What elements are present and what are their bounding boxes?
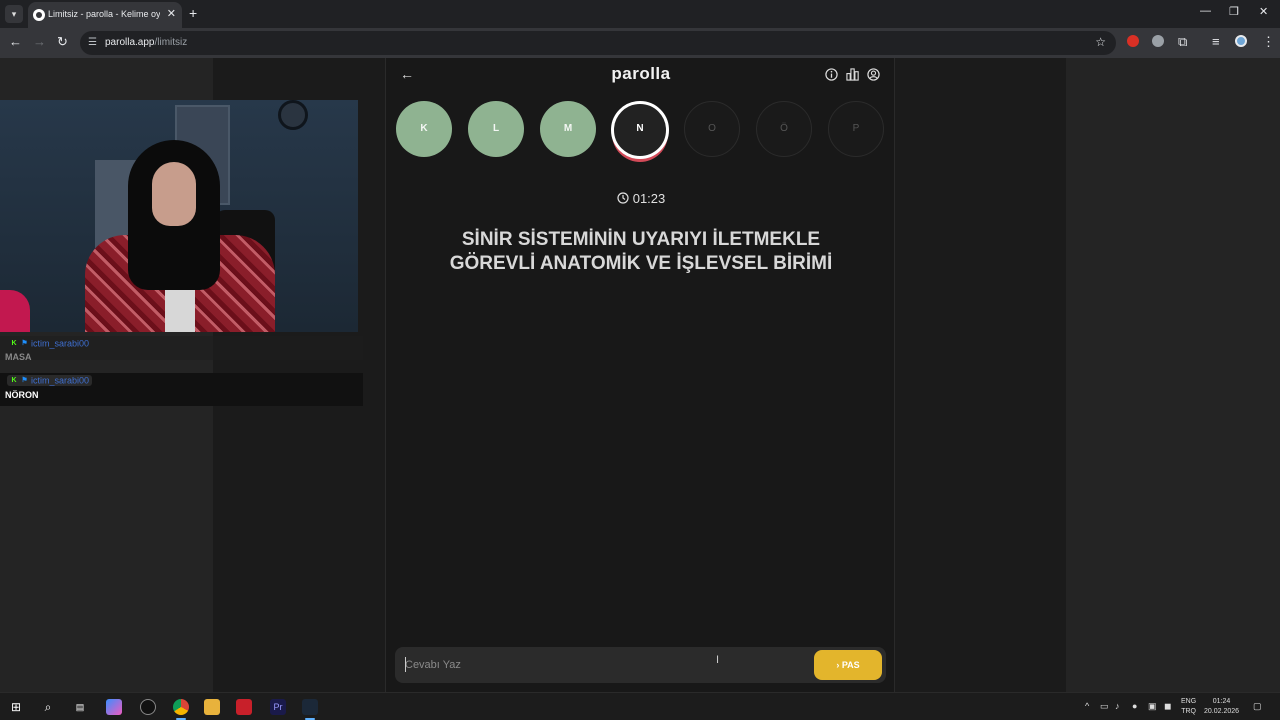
- webcam-person-face: [152, 162, 196, 226]
- file-explorer-icon[interactable]: [204, 699, 220, 715]
- language-indicator[interactable]: ENG TRQ: [1181, 697, 1196, 717]
- url-path: /limitsiz: [154, 37, 188, 48]
- kick-badge-icon: K: [11, 339, 17, 347]
- new-tab-button[interactable]: +: [189, 5, 197, 21]
- browser-toolbar: ← → ↻ ☰ parolla.app/limitsiz ☆ ⧉ ≡ ⋮: [0, 28, 1280, 58]
- webcam-dartboard: [278, 100, 308, 130]
- profile-icon[interactable]: [867, 68, 880, 81]
- tray-app-icon[interactable]: ◼: [1164, 701, 1171, 712]
- answer-bar: › PAS: [395, 647, 886, 683]
- forward-icon[interactable]: →: [33, 34, 46, 49]
- stats-icon[interactable]: [846, 68, 859, 81]
- minimize-button[interactable]: —: [1200, 5, 1211, 17]
- profile-avatar[interactable]: [1235, 35, 1247, 47]
- letter-circle-l: L: [468, 101, 524, 157]
- search-icon[interactable]: ⌕: [40, 699, 56, 715]
- answer-input[interactable]: [405, 656, 805, 674]
- premiere-icon[interactable]: Pr: [270, 699, 286, 715]
- tray-overflow-icon[interactable]: ^: [1085, 701, 1089, 711]
- pass-button[interactable]: › PAS: [814, 650, 882, 680]
- bookmark-star-icon[interactable]: ☆: [1095, 35, 1106, 49]
- kick-badge-icon: K: [11, 376, 17, 384]
- letter-circle-o: O: [684, 101, 740, 157]
- chat-message-text: MASA: [5, 352, 32, 362]
- copilot-icon[interactable]: [106, 699, 122, 715]
- tab-title: Limitsiz - parolla - Kelime oyunu: [48, 9, 160, 19]
- address-bar[interactable]: ☰ parolla.app/limitsiz ☆: [80, 31, 1116, 55]
- extensions-icon[interactable]: ⧉: [1178, 34, 1187, 50]
- tray-volume-icon[interactable]: ♪: [1115, 701, 1120, 711]
- brand-logo: parolla: [611, 64, 671, 83]
- chat-message-header: K ⚑ ictim_sarabi00: [7, 375, 93, 386]
- clock-date: 20.02.2026: [1204, 708, 1240, 715]
- chat-message-text: NÖRON: [5, 390, 39, 400]
- browser-tab-strip: ▾ Limitsiz - parolla - Kelime oyunu ✕ + …: [0, 0, 1280, 28]
- mouse-ibeam-cursor-icon: I: [716, 654, 720, 666]
- game-panel: ← parolla K L M N O Ö P 01:23 SİNİR SİST…: [385, 58, 895, 692]
- letter-circle-oe: Ö: [756, 101, 812, 157]
- moderator-badge-icon: ⚑: [21, 339, 28, 347]
- letter-circle-p: P: [828, 101, 884, 157]
- browser-tab[interactable]: Limitsiz - parolla - Kelime oyunu ✕: [28, 2, 182, 28]
- restore-button[interactable]: ❐: [1229, 5, 1239, 18]
- tab-close-icon[interactable]: ✕: [167, 7, 176, 20]
- timer: 01:23: [386, 191, 896, 206]
- clock-time: 01:24: [1212, 698, 1231, 705]
- tab-search-icon[interactable]: ▾: [5, 5, 23, 23]
- chat-message: K ⚑ ictim_sarabi00 MASA: [0, 336, 363, 362]
- obs-icon[interactable]: [140, 699, 156, 715]
- text-caret: [405, 657, 406, 672]
- url-host: parolla.app: [105, 37, 155, 48]
- steam-icon[interactable]: [302, 699, 318, 720]
- windows-start-icon[interactable]: ⊞: [8, 699, 24, 715]
- media-control-icon[interactable]: ≡: [1212, 34, 1220, 49]
- notification-icon[interactable]: ▢: [1253, 701, 1262, 712]
- timer-value: 01:23: [632, 191, 666, 206]
- chat-username: ictim_sarabi00: [31, 375, 90, 386]
- chat-message-header: K ⚑ ictim_sarabi00: [10, 338, 89, 349]
- extension-red-icon[interactable]: [1127, 35, 1139, 47]
- chat-username: ictim_sarabi00: [31, 338, 90, 349]
- task-view-icon[interactable]: ▤: [72, 699, 88, 715]
- page-background-far-right: [1066, 58, 1280, 692]
- letter-circle-k: K: [396, 101, 452, 157]
- extension-grey-icon[interactable]: [1152, 35, 1164, 47]
- chat-message: K ⚑ ictim_sarabi00 NÖRON: [0, 373, 363, 406]
- letter-circle-n-current: N: [611, 101, 669, 159]
- letter-circle-m: M: [540, 101, 596, 157]
- windows-taskbar: ⊞ ⌕ ▤ Pr ^ ▭ ♪ ● ▣ ◼ ENG TRQ 01:24 20.02…: [0, 692, 1280, 720]
- close-window-button[interactable]: ✕: [1259, 5, 1268, 18]
- question-text: SİNİR SİSTEMİNİN UYARIYI İLETMEKLE GÖREV…: [449, 229, 833, 274]
- page-background-right: [895, 58, 1066, 692]
- parolla-favicon-icon: [33, 9, 45, 21]
- back-icon[interactable]: ←: [9, 34, 22, 49]
- site-info-icon[interactable]: ☰: [88, 37, 97, 48]
- letter-wheel: K L M N O Ö P: [386, 101, 896, 161]
- webcam-feed: [0, 100, 358, 332]
- system-clock[interactable]: 01:24 20.02.2026: [1204, 697, 1239, 717]
- pass-label: PAS: [841, 660, 860, 670]
- language-top: ENG: [1181, 698, 1197, 705]
- url-text[interactable]: parolla.app/limitsiz: [105, 37, 187, 48]
- tray-mic-icon[interactable]: ●: [1132, 701, 1137, 711]
- clock-icon: [617, 192, 629, 204]
- browser-menu-icon[interactable]: ⋮: [1262, 34, 1275, 50]
- tray-network-icon[interactable]: ▣: [1148, 701, 1157, 712]
- language-bottom: TRQ: [1181, 708, 1196, 715]
- info-icon[interactable]: [825, 68, 838, 81]
- reload-icon[interactable]: ↻: [57, 34, 68, 50]
- tray-battery-icon[interactable]: ▭: [1100, 701, 1109, 712]
- moderator-badge-icon: ⚑: [21, 376, 28, 384]
- voicemeeter-icon[interactable]: [236, 699, 252, 715]
- chrome-icon[interactable]: [173, 699, 189, 720]
